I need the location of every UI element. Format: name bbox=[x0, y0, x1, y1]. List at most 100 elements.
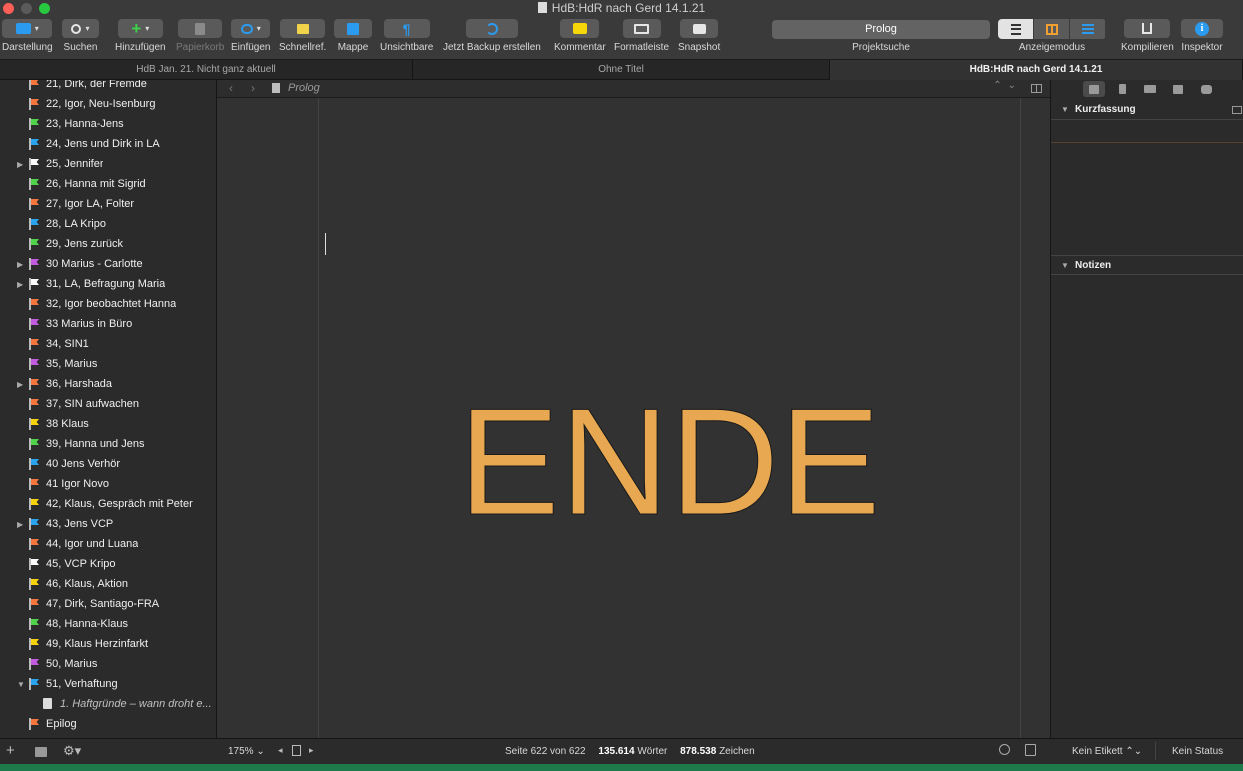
page-nav-forward-icon[interactable]: ▸ bbox=[309, 745, 314, 756]
unsichtbare-button[interactable]: ¶ Unsichtbare bbox=[380, 19, 433, 53]
binder-item[interactable]: 48, Hanna-Klaus bbox=[0, 614, 216, 634]
disclosure-triangle-icon[interactable]: ▶ bbox=[17, 280, 25, 289]
zoom-select[interactable]: 175% ⌄ bbox=[228, 746, 265, 757]
binder-item[interactable]: 47, Dirk, Santiago-FRA bbox=[0, 594, 216, 614]
view-mode-corkboard-button[interactable] bbox=[1034, 19, 1070, 39]
papierkorb-button[interactable]: Papierkorb bbox=[176, 19, 224, 53]
binder-item[interactable]: 40 Jens Verhör bbox=[0, 454, 216, 474]
binder-item[interactable]: 44, Igor und Luana bbox=[0, 534, 216, 554]
document-text[interactable]: ENDE bbox=[319, 386, 1020, 539]
snapshot-button[interactable]: Snapshot bbox=[678, 19, 720, 53]
editor-breadcrumb[interactable]: Prolog bbox=[288, 82, 320, 94]
inspector-tab-snapshots[interactable] bbox=[1167, 81, 1189, 97]
tab-hdb-hdr-active[interactable]: HdB:HdR nach Gerd 14.1.21 bbox=[830, 60, 1243, 80]
binder-item[interactable]: 34, SIN1 bbox=[0, 334, 216, 354]
einfuegen-button[interactable]: ▾ Einfügen bbox=[231, 19, 270, 53]
binder-item[interactable]: ▶ 36, Harshada bbox=[0, 374, 216, 394]
view-mode-outline-button[interactable] bbox=[1070, 19, 1106, 39]
add-item-icon[interactable]: + bbox=[6, 742, 15, 759]
darstellung-button[interactable]: ▾ Darstellung bbox=[2, 19, 53, 53]
inspector-tab-metadata[interactable] bbox=[1139, 81, 1161, 97]
binder-item[interactable]: 37, SIN aufwachen bbox=[0, 394, 216, 414]
view-mode-label: Anzeigemodus bbox=[1018, 42, 1086, 53]
binder-item[interactable]: 49, Klaus Herzinfarkt bbox=[0, 634, 216, 654]
flag-icon bbox=[29, 558, 40, 570]
inspector-tab-bookmarks[interactable] bbox=[1111, 81, 1133, 97]
disclosure-triangle-icon[interactable]: ▼ bbox=[17, 680, 25, 689]
binder-item[interactable]: 27, Igor LA, Folter bbox=[0, 194, 216, 214]
view-mode-segmented-control[interactable] bbox=[998, 19, 1106, 39]
binder-item[interactable]: 38 Klaus bbox=[0, 414, 216, 434]
status-select[interactable]: Kein Status bbox=[1172, 746, 1223, 757]
view-mode-document-button[interactable] bbox=[998, 19, 1034, 39]
add-folder-icon[interactable] bbox=[35, 747, 47, 757]
binder-item[interactable]: ▼ 51, Verhaftung bbox=[0, 674, 216, 694]
page-view-icon[interactable] bbox=[292, 745, 301, 756]
binder-item[interactable]: 50, Marius bbox=[0, 654, 216, 674]
flag-icon bbox=[29, 658, 40, 670]
binder-item[interactable]: 39, Hanna und Jens bbox=[0, 434, 216, 454]
tab-hdb-jan[interactable]: HdB Jan. 21. Nicht ganz aktuell bbox=[0, 60, 413, 80]
inspektor-button[interactable]: i Inspektor bbox=[1181, 19, 1223, 53]
binder-item[interactable]: ▶ 25, Jennifer bbox=[0, 154, 216, 174]
binder-item[interactable]: 33 Marius in Büro bbox=[0, 314, 216, 334]
binder-item[interactable]: 45, VCP Kripo bbox=[0, 554, 216, 574]
binder-item[interactable]: 42, Klaus, Gespräch mit Peter bbox=[0, 494, 216, 514]
back-arrow-icon[interactable]: ‹ bbox=[229, 81, 233, 95]
binder-item[interactable]: 21, Dirk, der Fremde bbox=[0, 80, 216, 94]
binder-item[interactable]: 35, Marius bbox=[0, 354, 216, 374]
disclosure-triangle-icon[interactable]: ▶ bbox=[17, 260, 25, 269]
backup-button[interactable]: Jetzt Backup erstellen bbox=[443, 19, 541, 53]
page-nav-icon[interactable]: ◂ bbox=[278, 745, 283, 756]
forward-arrow-icon[interactable]: › bbox=[251, 81, 255, 95]
binder-item[interactable]: 22, Igor, Neu-Isenburg bbox=[0, 94, 216, 114]
kommentar-button[interactable]: Kommentar bbox=[554, 19, 606, 53]
label-select[interactable]: Kein Etikett ⌃⌄ bbox=[1072, 746, 1142, 757]
gear-icon[interactable]: ⚙▾ bbox=[63, 743, 81, 759]
outline-icon bbox=[1081, 24, 1094, 34]
flag-icon bbox=[29, 478, 40, 490]
suchen-button[interactable]: ▾ Suchen bbox=[62, 19, 99, 53]
disclosure-triangle-icon[interactable]: ▶ bbox=[17, 520, 25, 529]
tag-icon bbox=[1144, 85, 1156, 93]
binder-item[interactable]: 46, Klaus, Aktion bbox=[0, 574, 216, 594]
binder-item[interactable]: 32, Igor beobachtet Hanna bbox=[0, 294, 216, 314]
binder-item[interactable]: 29, Jens zurück bbox=[0, 234, 216, 254]
schnellref-button[interactable]: Schnellref. bbox=[279, 19, 326, 53]
flag-icon bbox=[29, 198, 40, 210]
notes-text-area[interactable] bbox=[1051, 277, 1243, 737]
binder-sidebar[interactable]: 21, Dirk, der Fremde 22, Igor, Neu-Isenbu… bbox=[0, 80, 217, 738]
binder-item[interactable]: Epilog bbox=[0, 714, 216, 734]
synopsis-section-header[interactable]: ▼ Kurzfassung bbox=[1051, 100, 1243, 120]
project-search-field[interactable]: Prolog bbox=[772, 20, 990, 39]
binder-item[interactable]: 23, Hanna-Jens bbox=[0, 114, 216, 134]
disclosure-triangle-icon[interactable]: ▶ bbox=[17, 160, 25, 169]
split-editor-icon[interactable] bbox=[1031, 84, 1042, 93]
binder-item[interactable]: ▶ 31, LA, Befragung Maria bbox=[0, 274, 216, 294]
inspector-tab-notes[interactable] bbox=[1083, 81, 1105, 97]
target-icon[interactable] bbox=[999, 744, 1010, 755]
annotation-icon[interactable] bbox=[1025, 744, 1036, 756]
disclosure-triangle-icon: ▼ bbox=[1061, 105, 1069, 114]
disclosure-triangle-icon[interactable]: ▶ bbox=[17, 380, 25, 389]
binder-item[interactable]: ▶ 43, Jens VCP bbox=[0, 514, 216, 534]
prev-next-document-arrows[interactable]: ⌃⌄ bbox=[993, 80, 1022, 91]
binder-item[interactable]: 24, Jens und Dirk in LA bbox=[0, 134, 216, 154]
synopsis-text-area[interactable] bbox=[1051, 143, 1243, 254]
binder-item-label: Epilog bbox=[46, 718, 77, 730]
kompilieren-button[interactable]: Kompilieren bbox=[1121, 19, 1174, 53]
binder-item[interactable]: 41 Igor Novo bbox=[0, 474, 216, 494]
binder-item[interactable]: 28, LA Kripo bbox=[0, 214, 216, 234]
search-icon bbox=[71, 23, 82, 34]
binder-item[interactable]: 26, Hanna mit Sigrid bbox=[0, 174, 216, 194]
formatleiste-button[interactable]: Formatleiste bbox=[614, 19, 669, 53]
binder-item[interactable]: ▶ 30 Marius - Carlotte bbox=[0, 254, 216, 274]
editor-pane[interactable]: ‹ › Prolog ⌃⌄ ENDE bbox=[217, 80, 1050, 738]
tab-ohne-titel[interactable]: Ohne Titel bbox=[413, 60, 830, 80]
binder-subitem[interactable]: 1. Haftgründe – wann droht e... bbox=[0, 694, 216, 714]
hinzufuegen-button[interactable]: + ▾ Hinzufügen bbox=[115, 19, 166, 53]
image-toggle-icon[interactable] bbox=[1232, 106, 1242, 114]
inspector-tab-comments[interactable] bbox=[1195, 81, 1217, 97]
mappe-button[interactable]: Mappe bbox=[334, 19, 372, 53]
notes-section-header[interactable]: ▼ Notizen bbox=[1051, 255, 1243, 275]
